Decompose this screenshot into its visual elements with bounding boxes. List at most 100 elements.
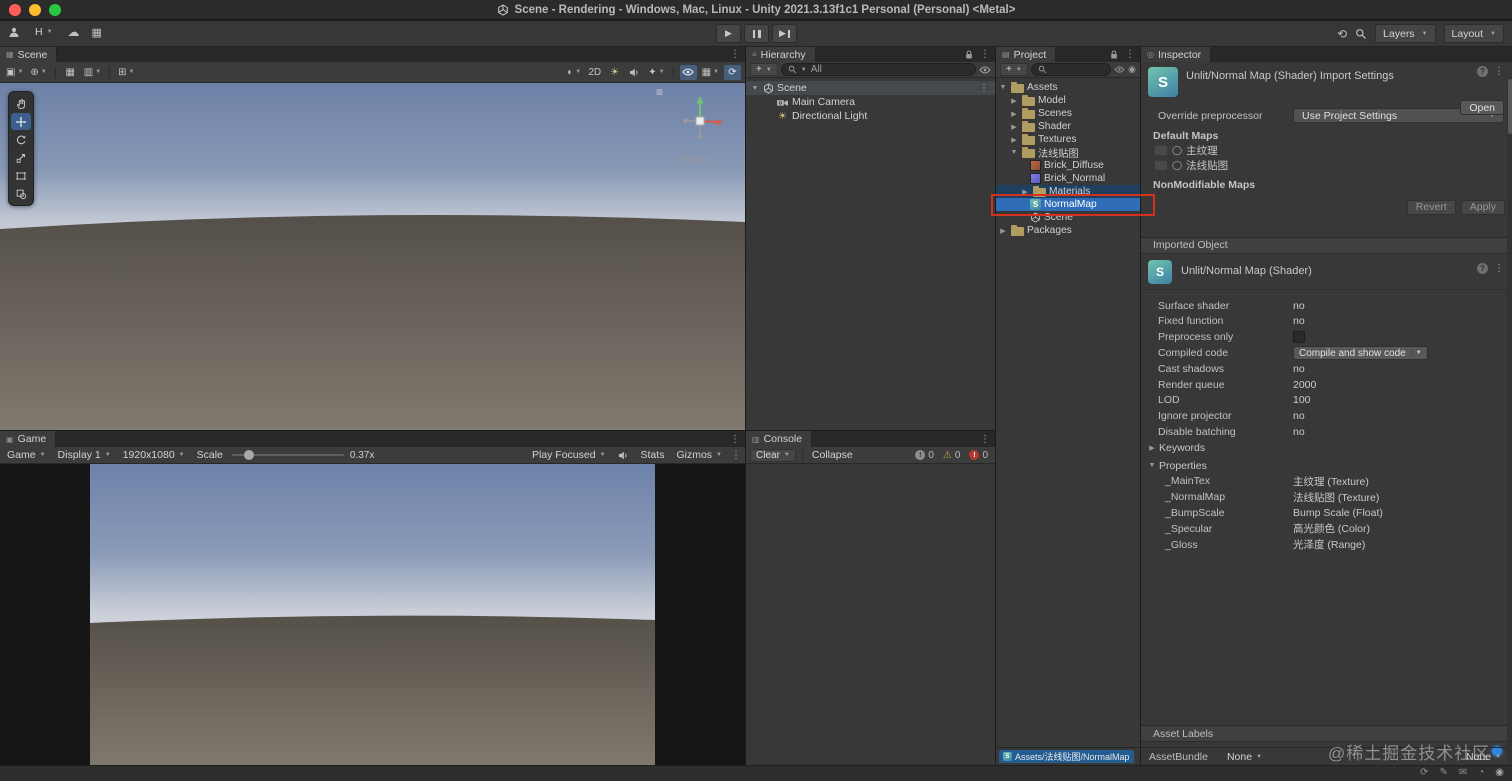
game-view-dropdown[interactable]: Game ▼ — [4, 449, 49, 461]
play-focused-dropdown[interactable]: Play Focused ▼ — [529, 449, 609, 461]
tab-game[interactable]: ▣ Game — [0, 431, 57, 447]
orientation-gizmo[interactable] — [672, 91, 728, 147]
hierarchy-item-scene[interactable]: ▼ Scene ⋮ — [746, 81, 995, 95]
project-item-brick-normal[interactable]: Brick_Normal — [996, 172, 1140, 185]
warning-count-toggle[interactable]: ⚠ 0 — [940, 450, 964, 461]
lock-icon[interactable] — [965, 50, 973, 60]
transform-tool-button[interactable] — [11, 185, 31, 202]
play-button[interactable]: ▶ — [716, 24, 741, 43]
panel-menu-icon[interactable]: ⋮ — [1494, 66, 1504, 77]
rect-tool-button[interactable] — [11, 167, 31, 184]
tool-settings-dropdown[interactable]: ▣ ▼ — [4, 65, 25, 80]
display-dropdown[interactable]: Display 1 ▼ — [55, 449, 114, 461]
history-button[interactable]: H ▼ — [32, 26, 56, 38]
scale-tool-button[interactable] — [11, 149, 31, 166]
compile-and-show-code-button[interactable]: Compile and show code ▼ — [1293, 346, 1428, 361]
map-field[interactable] — [1154, 144, 1168, 156]
foldout-arrow[interactable]: ▼ — [1147, 462, 1157, 469]
effects-dropdown[interactable]: ✦ ▼ — [646, 65, 666, 80]
zoom-window-button[interactable] — [49, 4, 61, 16]
project-search-input[interactable] — [1030, 63, 1112, 76]
overlay-menu-icon[interactable]: ≡ — [656, 85, 663, 99]
grid-visibility-dropdown[interactable]: ▦ ▼ — [700, 65, 721, 80]
collapse-toggle[interactable]: Collapse — [809, 449, 856, 461]
snap-settings-dropdown[interactable]: ▥ ▼ — [82, 65, 103, 80]
map-field[interactable] — [1154, 159, 1168, 171]
help-icon[interactable]: ? — [1477, 66, 1488, 77]
activity-icon[interactable]: ◉ — [1495, 767, 1504, 778]
panel-menu-icon[interactable]: ⋮ — [1494, 263, 1504, 274]
object-picker-icon[interactable]: ◯ — [1172, 145, 1182, 156]
messages-icon[interactable]: ✉ — [1459, 767, 1467, 778]
scene-visibility-toggle[interactable] — [679, 64, 697, 80]
default-map-normalmap[interactable]: ◯ 法线贴图 — [1141, 158, 1512, 173]
error-count-toggle[interactable]: ! 0 — [966, 450, 991, 461]
foldout-arrow[interactable]: ▶ — [1009, 123, 1019, 131]
minimize-window-button[interactable] — [29, 4, 41, 16]
properties-foldout[interactable]: ▼ Properties — [1141, 458, 1512, 474]
hierarchy-item-main-camera[interactable]: Main Camera — [746, 95, 995, 109]
close-window-button[interactable] — [9, 4, 21, 16]
layers-dropdown[interactable]: Layers ▼ — [1375, 24, 1436, 43]
search-icon[interactable] — [1355, 28, 1367, 40]
snap-increment-dropdown[interactable]: ⊞ ▼ — [116, 65, 136, 80]
revert-button[interactable]: Revert — [1406, 199, 1456, 215]
pause-button[interactable] — [744, 24, 769, 43]
tab-inspector[interactable]: ◎ Inspector — [1141, 47, 1212, 62]
resolution-dropdown[interactable]: 1920x1080 ▼ — [120, 449, 188, 461]
foldout-arrow[interactable]: ▼ — [1009, 149, 1019, 156]
window-controls[interactable] — [9, 4, 61, 16]
projection-mode-label[interactable]: ‹ Persp — [676, 155, 708, 166]
open-button[interactable]: Open — [1460, 100, 1504, 115]
search-scope-caret[interactable]: ▼ — [801, 67, 807, 73]
search-by-type-icon[interactable]: ◉ — [1128, 64, 1136, 75]
scene-audio-toggle[interactable] — [626, 65, 643, 80]
2d-toggle-button[interactable]: 2D — [586, 65, 603, 80]
project-item-assets[interactable]: ▼ Assets — [996, 81, 1140, 94]
console-log-area[interactable] — [746, 464, 995, 765]
cloud-button[interactable]: ☁ — [68, 25, 80, 39]
layout-dropdown[interactable]: Layout ▼ — [1443, 24, 1504, 43]
scene-lighting-toggle[interactable]: ☀ — [606, 65, 623, 80]
grid-snap-button[interactable]: ▦ — [62, 65, 79, 80]
game-viewport[interactable] — [0, 464, 745, 765]
scene-picker-icon[interactable] — [979, 66, 991, 74]
foldout-arrow[interactable]: ▶ — [1147, 444, 1157, 452]
help-icon[interactable]: ? — [1477, 262, 1488, 274]
foldout-arrow[interactable]: ▶ — [1009, 110, 1019, 118]
lock-icon[interactable] — [1110, 50, 1118, 60]
hierarchy-search-input[interactable]: ▼ All — [780, 63, 976, 76]
tab-console[interactable]: ▥ Console — [746, 431, 813, 447]
clear-dropdown[interactable]: Clear ▼ — [750, 448, 796, 462]
draw-mode-dropdown[interactable]: ◐ ▼ — [565, 65, 583, 80]
project-item-packages[interactable]: ▶ Packages — [996, 224, 1140, 237]
create-menu-button[interactable]: + ▼ — [750, 63, 778, 76]
info-count-toggle[interactable]: ! 0 — [912, 450, 937, 461]
hand-tool-button[interactable] — [11, 95, 31, 112]
item-menu-icon[interactable]: ⋮ — [979, 83, 995, 94]
refresh-icon[interactable]: ⟳ — [1420, 767, 1428, 778]
project-item-model[interactable]: ▶ Model — [996, 94, 1140, 107]
mute-audio-button[interactable] — [615, 448, 632, 463]
project-item-scenes[interactable]: ▶ Scenes — [996, 107, 1140, 120]
foldout-arrow[interactable]: ▼ — [998, 84, 1008, 91]
handle-orientation-dropdown[interactable]: ⊕ ▼ — [28, 65, 48, 80]
scale-slider[interactable] — [231, 450, 344, 460]
panel-menu-icon[interactable]: ⋮ — [1125, 49, 1135, 60]
services-grid-button[interactable]: ▦ — [92, 26, 102, 39]
tab-scene[interactable]: ▦ Scene — [0, 47, 58, 62]
panel-menu-icon[interactable]: ⋮ — [980, 434, 990, 445]
foldout-arrow[interactable]: ▼ — [750, 85, 760, 92]
tab-hierarchy[interactable]: ≡ Hierarchy — [746, 47, 816, 62]
panel-menu-icon[interactable]: ⋮ — [730, 49, 740, 60]
tab-project[interactable]: ▤ Project — [996, 47, 1057, 62]
scrollbar-thumb[interactable] — [1507, 79, 1512, 134]
foldout-arrow[interactable]: ▶ — [1009, 136, 1019, 144]
camera-sync-button[interactable]: ⟳ — [724, 64, 741, 80]
notes-icon[interactable]: ✎ — [1439, 767, 1447, 778]
project-item-normalmap-folder[interactable]: ▼ 法线贴图 — [996, 146, 1140, 160]
account-button[interactable] — [8, 26, 20, 38]
preprocess-only-checkbox[interactable] — [1293, 331, 1305, 344]
panel-menu-icon[interactable]: ⋮ — [980, 49, 990, 60]
foldout-arrow[interactable]: ▶ — [1009, 97, 1019, 105]
